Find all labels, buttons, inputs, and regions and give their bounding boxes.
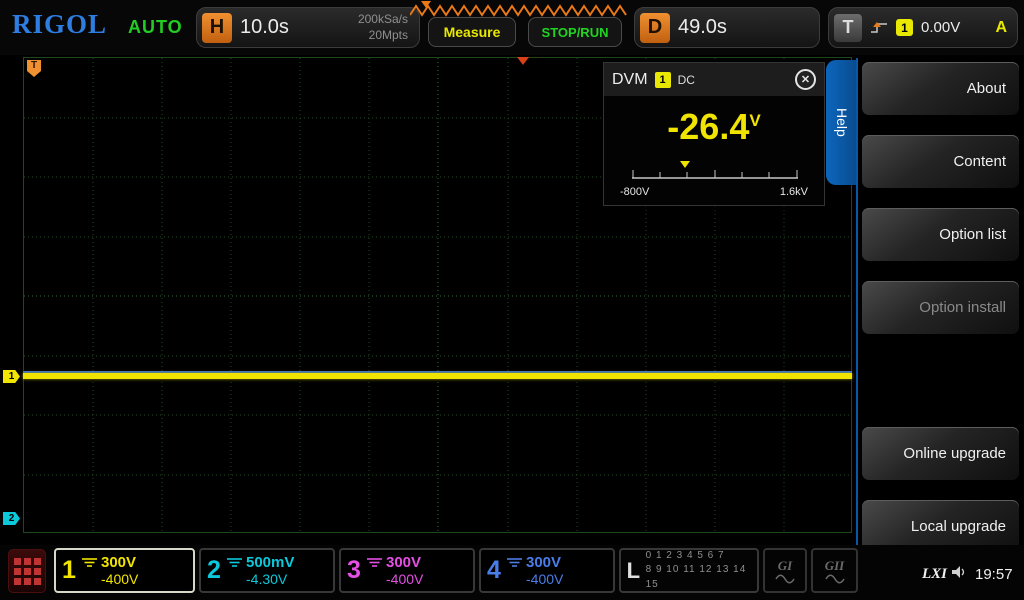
menu-grid-button[interactable]: [8, 549, 46, 593]
channel3-scale: 300V: [386, 554, 421, 571]
channel4-scale: 300V: [526, 554, 561, 571]
trigger-source-badge: 1: [896, 19, 913, 36]
horizontal-badge: H: [202, 13, 232, 43]
channel1-scale: 300V: [101, 554, 136, 571]
sine-wave-icon: [825, 574, 845, 584]
digital-channels-row1: 0 1 2 3 4 5 6 7: [646, 549, 757, 564]
measure-button[interactable]: Measure: [428, 17, 516, 47]
logic-analyzer-label: L: [621, 558, 646, 584]
trigger-slope-icon: [870, 21, 888, 35]
dvm-title: DVM: [612, 71, 648, 89]
menu-divider: [856, 58, 858, 558]
digital-channels-row2: 8 9 10 11 12 13 14 15: [646, 563, 757, 592]
menu-item-option-list[interactable]: Option list: [862, 208, 1019, 261]
dvm-mode-label: DC: [678, 73, 695, 87]
trigger-level-value: 0.00V: [921, 19, 960, 36]
timebase-value: 10.0s: [240, 16, 289, 39]
trigger-badge: T: [834, 14, 862, 42]
trigger-time-marker-icon[interactable]: [517, 57, 529, 65]
delay-badge: D: [640, 13, 670, 43]
speaker-icon[interactable]: [951, 565, 968, 580]
channel2-level-marker[interactable]: 2: [3, 512, 20, 525]
logic-analyzer-status-box[interactable]: L 0 1 2 3 4 5 6 7 8 9 10 11 12 13 14 15: [619, 548, 759, 593]
channel4-status-box[interactable]: 4 300V -400V: [479, 548, 615, 593]
system-time: 19:57: [975, 566, 1013, 583]
dvm-channel-badge: 1: [655, 72, 671, 88]
lxi-logo: LXI: [922, 566, 947, 583]
channel2-scale: 500mV: [246, 554, 294, 571]
source1-label: GI: [778, 558, 792, 574]
coupling-icon: [507, 557, 522, 568]
waveform-overview-icon: [410, 2, 632, 18]
channel2-number: 2: [201, 556, 227, 585]
bottom-status-bar: 1 300V -400V 2 500mV -4.30V 3 300V -400V: [0, 545, 1024, 600]
delay-status-box[interactable]: D 49.0s: [634, 7, 820, 48]
dvm-header: DVM 1 DC ✕: [604, 63, 824, 96]
dvm-scale-max: 1.6kV: [780, 186, 808, 198]
channel3-number: 3: [341, 556, 367, 585]
coupling-icon: [227, 557, 242, 568]
dvm-scale-ruler: [632, 167, 798, 179]
channel2-status-box[interactable]: 2 500mV -4.30V: [199, 548, 335, 593]
stop-run-button[interactable]: STOP/RUN: [528, 17, 622, 47]
sample-rate: 200kSa/s: [358, 12, 408, 28]
trigger-mode-indicator: A: [995, 19, 1007, 37]
coupling-icon: [367, 557, 382, 568]
top-status-bar: RIGOL AUTO H 10.0s 200kSa/s 20Mpts Measu…: [0, 0, 1024, 55]
channel1-number: 1: [56, 556, 82, 585]
channel2-offset: -4.30V: [227, 571, 333, 587]
channel1-trace: [23, 373, 852, 379]
grid-dots-icon: [14, 558, 21, 565]
overview-trigger-marker-icon: [421, 1, 431, 8]
channel1-level-marker[interactable]: 1: [3, 370, 20, 383]
acquire-mode-indicator: AUTO: [128, 17, 183, 38]
close-icon[interactable]: ✕: [795, 69, 816, 90]
rigol-logo: RIGOL: [12, 9, 107, 40]
dvm-reading-unit: V: [749, 111, 760, 130]
menu-item-about[interactable]: About: [862, 62, 1019, 115]
menu-item-option-install: Option install: [862, 281, 1019, 334]
dvm-popup: DVM 1 DC ✕ -26.4V -800V 1.6kV: [603, 62, 825, 206]
channel1-offset: -400V: [82, 571, 193, 587]
dvm-scale-pointer-icon: [680, 161, 690, 168]
dvm-reading-value: -26.4: [667, 106, 749, 147]
sine-wave-icon: [775, 574, 795, 584]
help-menu-tab[interactable]: Help: [826, 60, 858, 185]
horizontal-status-box[interactable]: H 10.0s 200kSa/s 20Mpts: [196, 7, 420, 48]
menu-item-content[interactable]: Content: [862, 135, 1019, 188]
memory-depth: 20Mpts: [358, 28, 408, 44]
dvm-scale-min: -800V: [620, 186, 649, 198]
channel4-number: 4: [481, 556, 507, 585]
channel3-status-box[interactable]: 3 300V -400V: [339, 548, 475, 593]
coupling-icon: [82, 557, 97, 568]
menu-item-online-upgrade[interactable]: Online upgrade: [862, 427, 1019, 480]
source2-status-box[interactable]: GII: [811, 548, 858, 593]
channel4-offset: -400V: [507, 571, 613, 587]
channel1-status-box[interactable]: 1 300V -400V: [54, 548, 195, 593]
dvm-reading: -26.4V: [604, 106, 824, 148]
trigger-status-box[interactable]: T 1 0.00V A: [828, 7, 1018, 48]
channel3-offset: -400V: [367, 571, 473, 587]
source2-label: GII: [825, 558, 845, 574]
delay-value: 49.0s: [678, 16, 727, 39]
source1-status-box[interactable]: GI: [763, 548, 807, 593]
